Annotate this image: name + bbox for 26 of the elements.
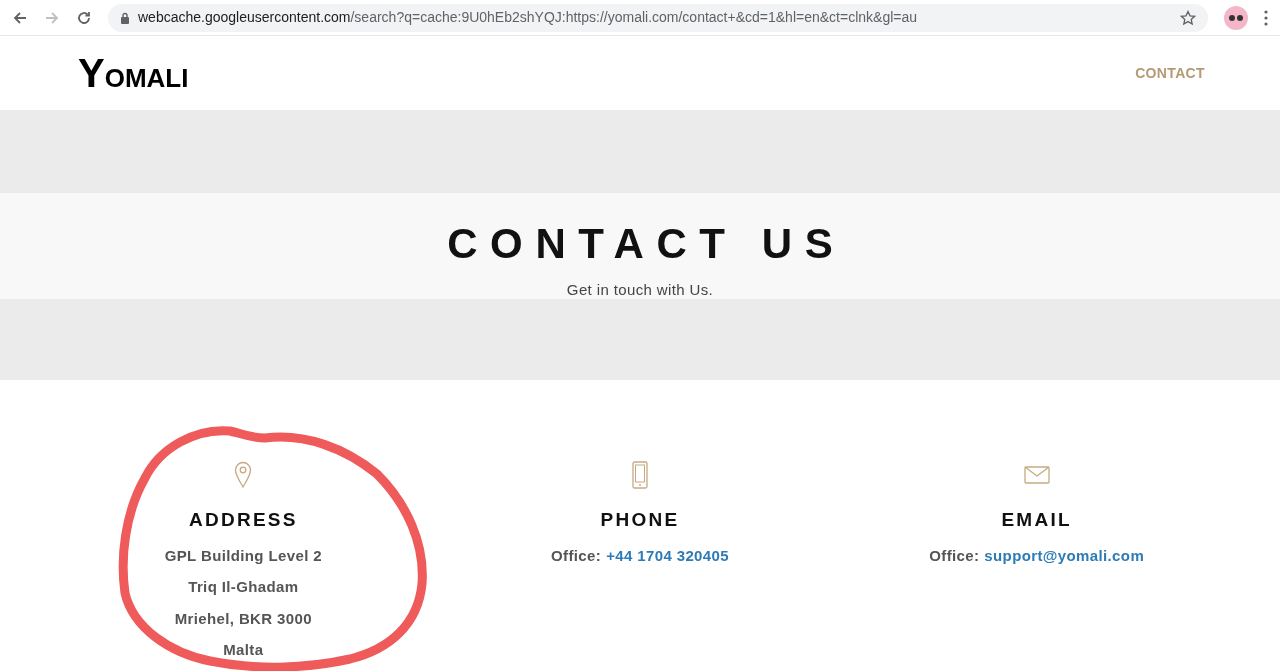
url-text: webcache.googleusercontent.com/search?q=cache:9U0hEb2shYQJ:https://yomali.com/contact+&cd=1&hl=en&ct=clnk&gl=au — [138, 8, 918, 27]
contact-label: Office: — [551, 545, 602, 566]
phone-link[interactable]: +44 1704 320405 — [606, 544, 729, 567]
lock-icon — [120, 11, 130, 24]
location-pin-icon — [234, 461, 253, 489]
address-line: Triq Il-Ghadam — [188, 577, 299, 597]
section-heading: ADDRESS — [188, 508, 298, 532]
section-heading: PHONE — [600, 508, 680, 532]
page-subtitle: Get in touch with Us. — [566, 280, 714, 300]
address-bar[interactable]: webcache.googleusercontent.com/search?q=cache:9U0hEb2shYQJ:https://yomali.com/contact+&cd=1&hl=en&ct=clnk&gl=au — [108, 3, 1208, 32]
envelope-icon — [1023, 466, 1050, 484]
star-icon[interactable] — [1180, 9, 1196, 26]
profile-avatar-icon[interactable] — [1224, 5, 1248, 30]
page-title: CONTACT US — [446, 223, 846, 265]
back-icon[interactable] — [12, 9, 28, 26]
reload-icon[interactable] — [76, 9, 92, 26]
address-line: Mriehel, BKR 3000 — [174, 608, 312, 629]
mobile-phone-icon — [632, 461, 648, 489]
menu-icon[interactable] — [1264, 9, 1268, 26]
address-line: Malta — [223, 640, 264, 660]
address-line: GPL Building Level 2 — [164, 545, 322, 566]
email-link[interactable]: support@yomali.com — [984, 544, 1145, 567]
nav-link[interactable]: CONTACT — [1135, 62, 1205, 84]
logo[interactable]: YOMALI — [78, 53, 189, 93]
contact-label: Office: — [929, 545, 980, 566]
section-heading: EMAIL — [1001, 508, 1072, 532]
